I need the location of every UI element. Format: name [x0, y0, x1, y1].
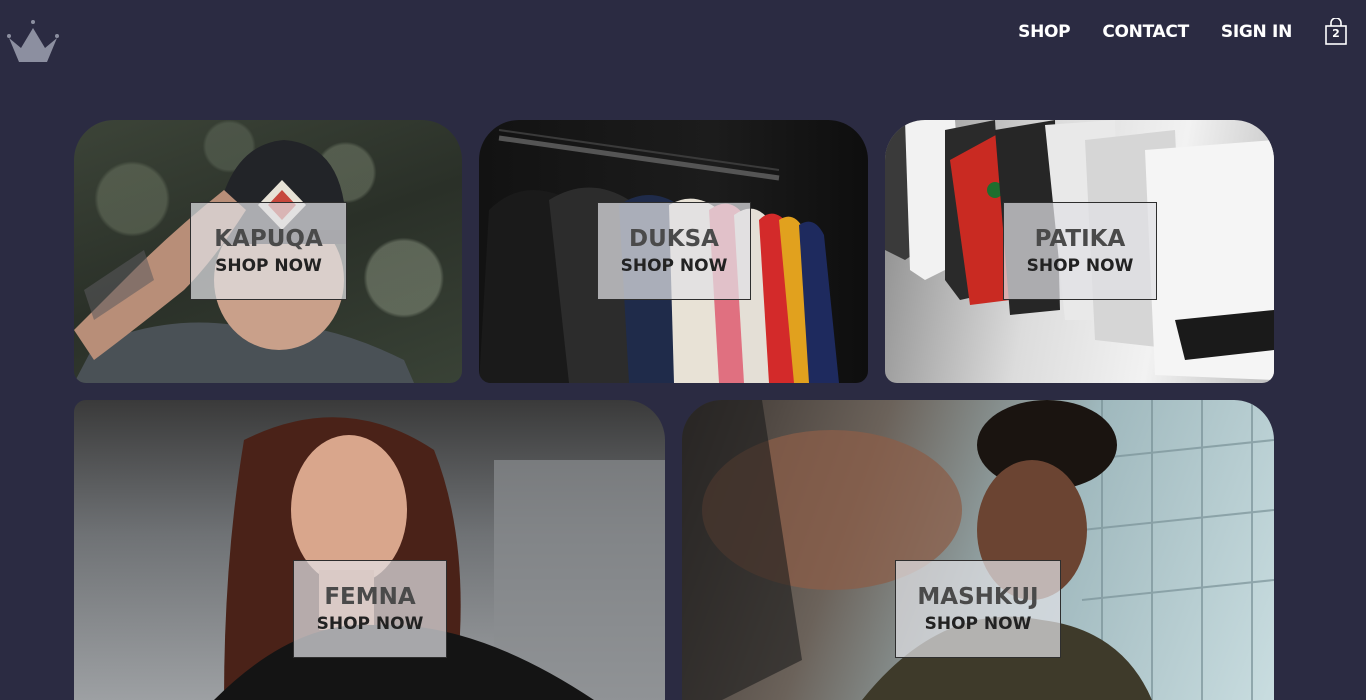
- shop-now-link[interactable]: SHOP NOW: [1027, 255, 1134, 277]
- category-tile-mashkuj[interactable]: MASHKUJ SHOP NOW: [682, 400, 1274, 700]
- shop-now-link[interactable]: SHOP NOW: [621, 255, 728, 277]
- shop-now-link[interactable]: SHOP NOW: [317, 613, 424, 635]
- category-label-box[interactable]: FEMNA SHOP NOW: [293, 560, 447, 658]
- category-label-box[interactable]: KAPUQA SHOP NOW: [190, 202, 347, 300]
- cart-button[interactable]: 2: [1324, 18, 1348, 46]
- shop-now-link[interactable]: SHOP NOW: [215, 255, 322, 277]
- category-tile-patika[interactable]: PATIKA SHOP NOW: [885, 120, 1274, 383]
- category-label-box[interactable]: DUKSA SHOP NOW: [597, 202, 751, 300]
- shop-now-link[interactable]: SHOP NOW: [925, 613, 1032, 635]
- category-tile-kapuqa[interactable]: KAPUQA SHOP NOW: [74, 120, 462, 383]
- nav-sign-in-link[interactable]: SIGN IN: [1221, 22, 1292, 42]
- category-tile-duksa[interactable]: DUKSA SHOP NOW: [479, 120, 868, 383]
- crown-logo[interactable]: [5, 18, 61, 66]
- category-label-box[interactable]: MASHKUJ SHOP NOW: [895, 560, 1061, 658]
- category-tile-femna[interactable]: FEMNA SHOP NOW: [74, 400, 665, 700]
- category-label-box[interactable]: PATIKA SHOP NOW: [1003, 202, 1157, 300]
- category-title: MASHKUJ: [917, 584, 1039, 610]
- crown-icon: [7, 20, 59, 62]
- category-title: FEMNA: [324, 584, 416, 610]
- category-title: DUKSA: [629, 226, 719, 252]
- cart-count: 2: [1332, 27, 1340, 40]
- nav-contact-link[interactable]: CONTACT: [1102, 22, 1189, 42]
- category-title: PATIKA: [1034, 226, 1126, 252]
- top-nav: SHOP CONTACT SIGN IN 2: [1018, 0, 1366, 64]
- nav-shop-link[interactable]: SHOP: [1018, 22, 1070, 42]
- category-title: KAPUQA: [214, 226, 323, 252]
